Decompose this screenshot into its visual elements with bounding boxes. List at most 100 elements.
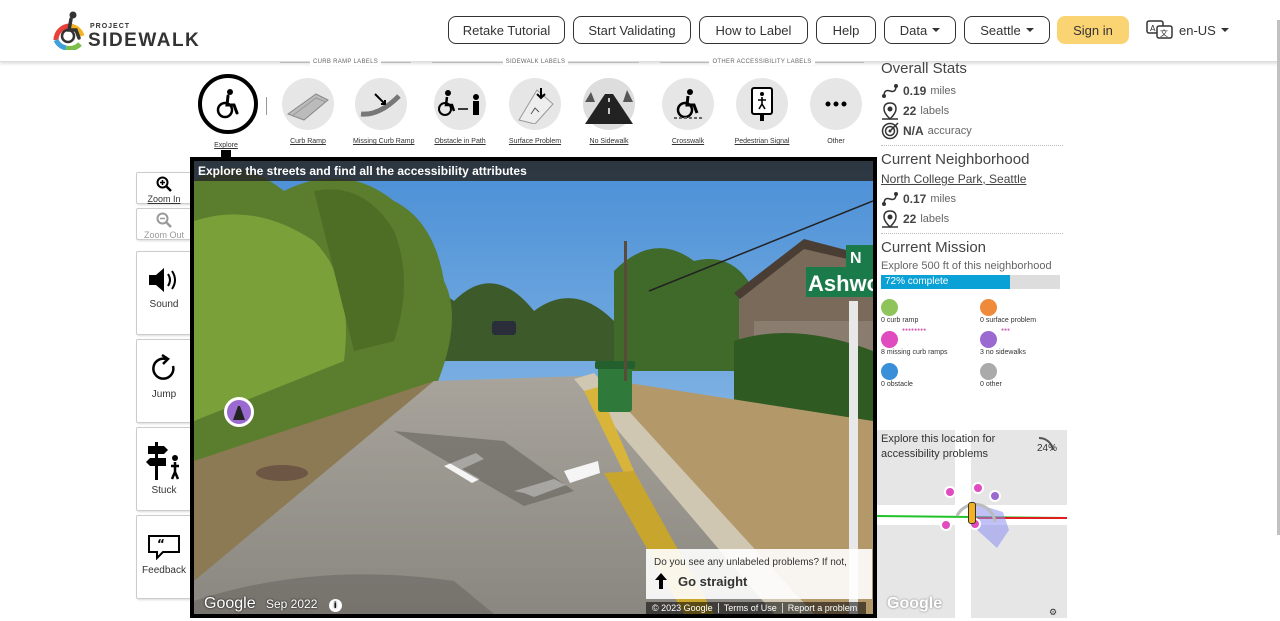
label-counts: 0 curb ramp 0 surface problem ●●●●●●●● 8 mi… — [881, 299, 1063, 392]
terms-link[interactable]: Terms of Use — [717, 603, 782, 613]
jump-button[interactable]: Jump — [136, 339, 192, 423]
label-count-text: 3 no sidewalks — [980, 349, 1026, 356]
tool-curb-ramp[interactable]: Curb Ramp — [280, 78, 336, 145]
tool-missing-curb-ramp[interactable]: Missing Curb Ramp — [353, 78, 415, 145]
minimap-label-marker[interactable] — [944, 486, 956, 498]
google-logo: Google — [887, 595, 943, 612]
go-straight-action[interactable]: Go straight — [654, 572, 872, 590]
minimap-label-marker[interactable] — [972, 482, 984, 494]
crosswalk-icon — [662, 78, 714, 130]
stuck-label: Stuck — [151, 485, 177, 496]
settings-icon[interactable]: ⚙ — [1049, 607, 1057, 618]
tool-no-sidewalk[interactable]: No Sidewalk — [581, 78, 637, 145]
language-icon: A 文 — [1146, 20, 1173, 39]
svg-text:文: 文 — [1160, 28, 1168, 38]
zoom-out-button[interactable]: Zoom Out — [136, 208, 192, 240]
data-dropdown[interactable]: Data — [884, 16, 956, 44]
tool-label: Obstacle in Path — [434, 138, 486, 145]
sidewalk-group-title: SIDEWALK LABELS — [432, 59, 639, 65]
info-icon[interactable]: i — [328, 599, 342, 612]
label-type-icon — [881, 331, 898, 348]
minimap-label-marker[interactable] — [940, 519, 952, 531]
curb-ramp-group-title: CURB RAMP LABELS — [280, 59, 411, 65]
tool-label: Other — [827, 138, 845, 145]
current-neighborhood-title: Current Neighborhood — [881, 151, 1030, 168]
arrow-up-icon — [655, 573, 667, 589]
tool-label: No Sidewalk — [589, 138, 629, 145]
mission-progress-bar: 72% complete — [881, 275, 1060, 289]
logo-name-text: SIDEWALK — [88, 30, 201, 51]
tool-explore[interactable]: Explore — [198, 74, 258, 158]
language-label: en-US — [1179, 22, 1216, 38]
overall-accuracy: N/A accuracy — [881, 121, 1063, 141]
language-dropdown[interactable]: A 文 en-US — [1146, 18, 1229, 42]
label-count-item: 0 obstacle — [881, 363, 980, 392]
tool-label: Pedestrian Signal — [734, 138, 790, 145]
refresh-icon — [152, 353, 175, 380]
zoom-in-button[interactable]: Zoom In — [136, 172, 192, 204]
help-button[interactable]: Help — [816, 16, 876, 44]
google-logo: Google — [204, 595, 256, 612]
no-sidewalk-label-marker[interactable] — [224, 397, 254, 427]
overall-labels: 22 labels — [881, 101, 1063, 121]
tool-label: Crosswalk — [671, 138, 705, 145]
tool-label: Curb Ramp — [290, 138, 326, 145]
tool-obstacle[interactable]: Obstacle in Path — [432, 78, 488, 145]
svg-text:A: A — [1150, 24, 1156, 33]
svg-text:“: “ — [157, 537, 165, 551]
target-icon — [881, 122, 899, 140]
imagery-date-text: Sep 2022 — [266, 597, 318, 611]
how-to-label-button[interactable]: How to Label — [699, 16, 808, 44]
zoom-out-label: Zoom Out — [143, 230, 184, 240]
distance-icon — [882, 84, 898, 98]
section-divider — [881, 233, 1063, 234]
data-dropdown-label: Data — [899, 22, 928, 38]
retake-tutorial-button[interactable]: Retake Tutorial — [448, 16, 565, 44]
project-sidewalk-logo[interactable]: PROJECT SIDEWALK — [52, 10, 202, 52]
neighborhood-labels: 22 labels — [881, 209, 1063, 229]
tool-crosswalk[interactable]: Crosswalk — [660, 78, 716, 145]
label-type-icon — [980, 331, 997, 348]
sign-in-button[interactable]: Sign in — [1057, 16, 1129, 44]
section-divider — [881, 145, 1063, 146]
tool-other[interactable]: Other — [808, 78, 864, 145]
streetview-scene: Ashwo N — [194, 161, 873, 614]
tool-label: Explore — [214, 142, 238, 149]
city-dropdown[interactable]: Seattle — [964, 16, 1050, 44]
jump-label: Jump — [151, 389, 177, 400]
label-count-item: ●●● 3 no sidewalks — [980, 327, 1079, 360]
minimap[interactable]: Explore this location for accessibility … — [877, 430, 1067, 618]
streetview-panorama[interactable]: Explore the streets and find all the acc… — [190, 157, 877, 618]
label-dots: ●●●●●●●● — [902, 327, 927, 333]
start-validating-button[interactable]: Start Validating — [573, 16, 691, 44]
sound-button[interactable]: Sound — [136, 251, 192, 335]
go-straight-prompt[interactable]: Do you see any unlabeled problems? If no… — [646, 549, 872, 599]
current-mission-title: Current Mission — [881, 239, 987, 256]
minimap-instruction: Explore this location for accessibility … — [881, 433, 996, 460]
pedestrian-signal-icon — [736, 78, 788, 130]
tool-label: Surface Problem — [508, 138, 562, 145]
neighborhood-link[interactable]: North College Park, Seattle — [881, 172, 1063, 186]
street-sign-top-text: N — [850, 250, 862, 267]
report-problem-link[interactable]: Report a problem — [781, 603, 863, 613]
tool-pedestrian-signal[interactable]: Pedestrian Signal — [734, 78, 790, 145]
overall-distance: 0.19 miles — [881, 81, 1063, 101]
city-dropdown-label: Seattle — [980, 22, 1021, 38]
minimap-label-marker[interactable] — [989, 490, 1001, 502]
tool-surface-problem[interactable]: Surface Problem — [507, 78, 563, 145]
stuck-button[interactable]: Stuck — [136, 427, 192, 511]
mission-description: Explore 500 ft of this neighborhood — [881, 260, 1052, 272]
ellipsis-icon — [810, 78, 862, 130]
no-sidewalk-icon — [233, 406, 245, 420]
toolbar-separator — [266, 97, 267, 115]
other-group-title: OTHER ACCESSIBILITY LABELS — [660, 59, 864, 65]
tool-label: Missing Curb Ramp — [353, 138, 415, 145]
imagery-date: Sep 2022 i — [266, 597, 342, 612]
zoom-in-label: Zoom In — [147, 194, 181, 204]
go-straight-label: Go straight — [678, 573, 748, 589]
labels-icon — [882, 102, 898, 120]
neighborhood-distance: 0.17 miles — [881, 189, 1063, 209]
pegman-icon[interactable] — [968, 502, 976, 524]
label-count-text: 0 surface problem — [980, 317, 1037, 324]
feedback-button[interactable]: “ Feedback — [136, 515, 192, 599]
